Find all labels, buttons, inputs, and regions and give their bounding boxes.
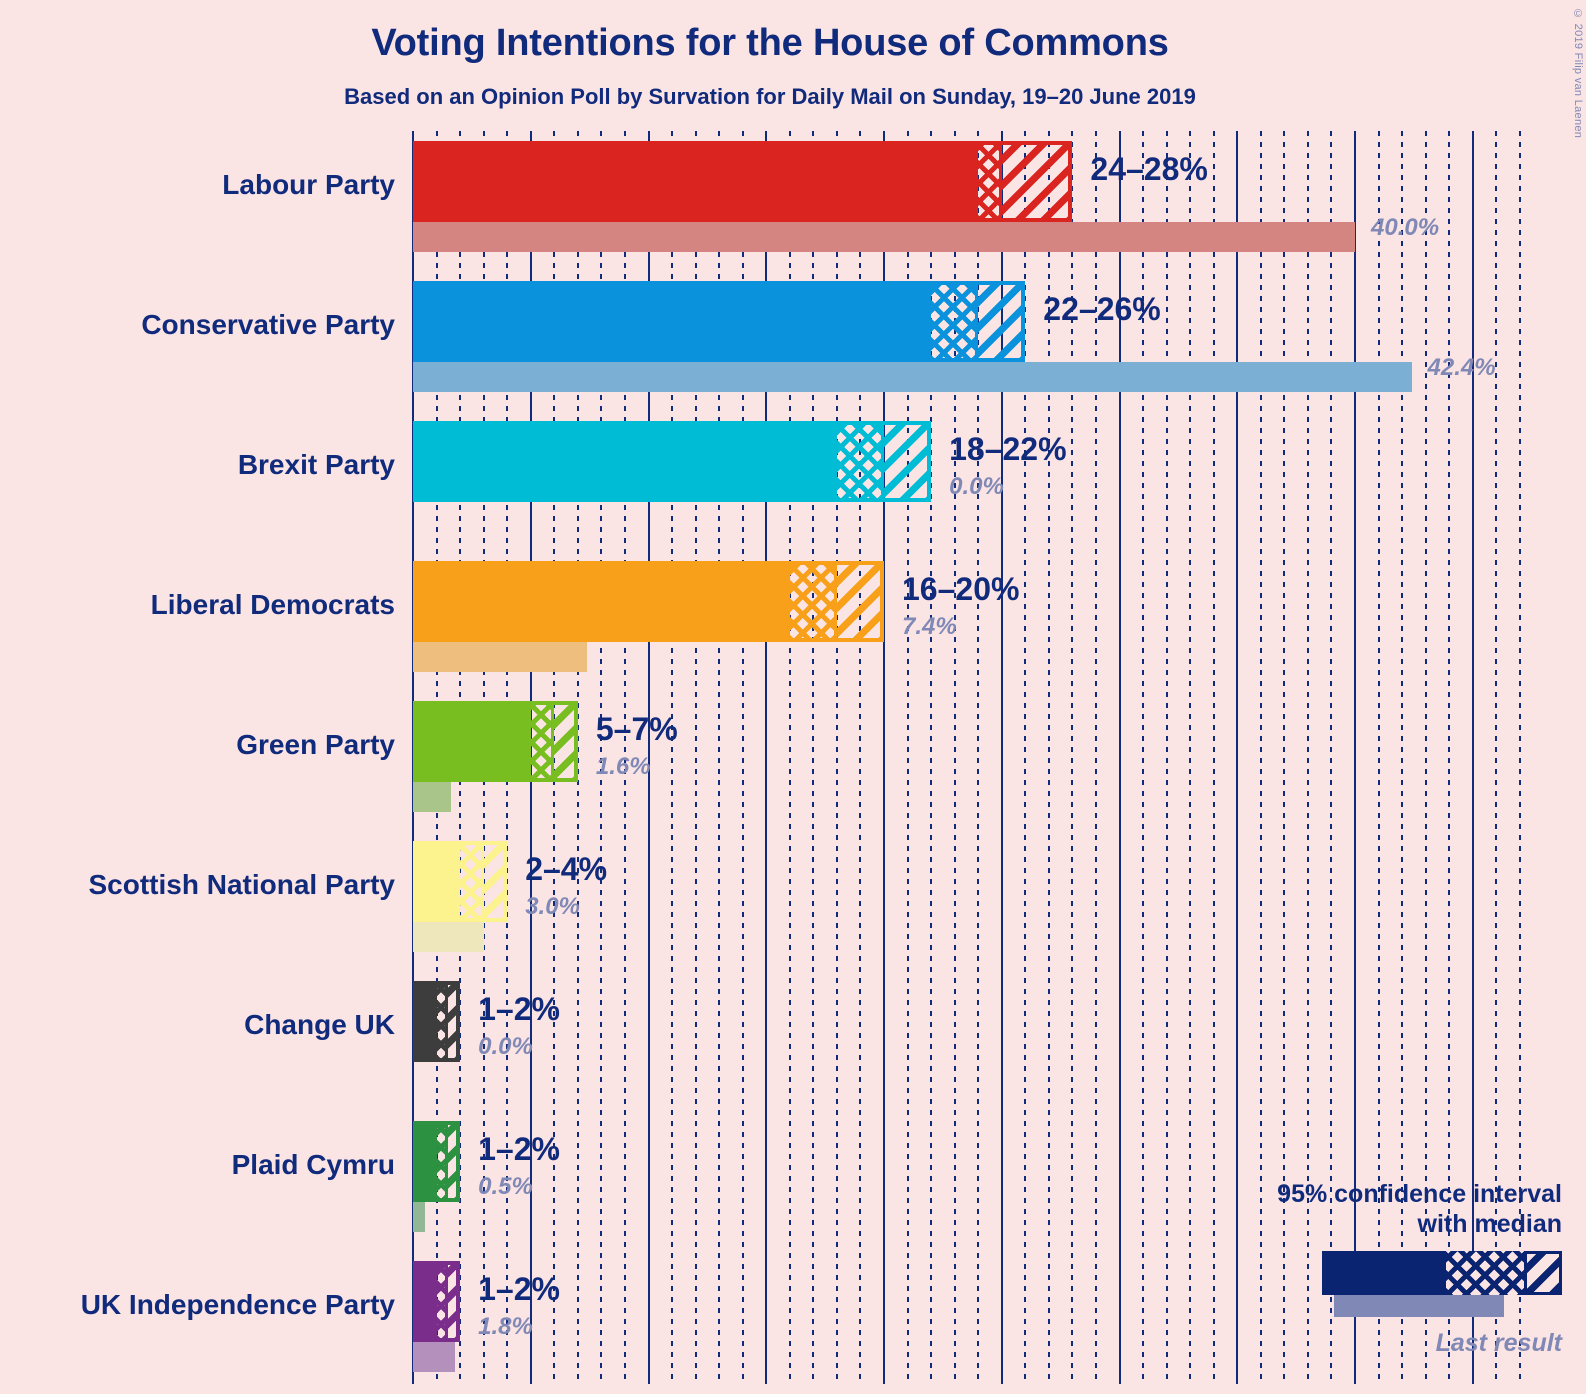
chart-canvas: Voting Intentions for the House of Commo…	[0, 0, 1586, 1394]
ci-outline	[413, 421, 932, 502]
last-result-bar	[413, 1342, 456, 1372]
confidence-interval-bar	[413, 561, 884, 642]
confidence-interval-bar	[413, 981, 461, 1062]
bar-row: Change UK 1–2% 0.0%	[244, 971, 1533, 1111]
ci-range-label: 1–2%	[478, 1271, 560, 1307]
party-label: Conservative Party	[141, 309, 395, 340]
ci-range-label: 18–22%	[949, 431, 1067, 467]
bar-row: Conservative Party 22–26% 42.4%	[141, 271, 1533, 411]
confidence-interval-bar	[413, 841, 508, 922]
page-title: Voting Intentions for the House of Commo…	[371, 22, 1169, 64]
legend-median-crosshatch-swatch	[1446, 1251, 1524, 1295]
bar-row: Green Party 5–7% 1.6%	[236, 691, 1533, 831]
last-result-bar	[413, 222, 1355, 252]
ci-outline	[413, 141, 1073, 222]
confidence-interval-bar	[413, 421, 932, 502]
last-result-label: 0.5%	[478, 1173, 533, 1200]
last-result-label: 1.8%	[478, 1313, 533, 1340]
last-result-bar	[413, 1202, 425, 1232]
last-result-bar	[413, 642, 588, 672]
ci-range-label: 16–20%	[902, 571, 1020, 607]
confidence-interval-bar	[413, 141, 1073, 222]
party-label: Green Party	[236, 729, 395, 760]
party-label: Liberal Democrats	[150, 589, 395, 620]
bar-row: Labour Party 24–28% 40.0%	[222, 131, 1533, 271]
ci-range-label: 2–4%	[525, 851, 608, 887]
last-result-label: 0.0%	[478, 1033, 533, 1060]
ci-range-label: 1–2%	[478, 991, 560, 1027]
ci-outline	[413, 1261, 461, 1342]
party-label: UK Independence Party	[80, 1289, 395, 1320]
last-result-label: 40.0%	[1371, 214, 1440, 241]
legend-caption-line2: with median	[1417, 1209, 1562, 1238]
ci-outline	[413, 981, 461, 1062]
confidence-interval-bar	[413, 1261, 461, 1342]
ci-outline	[413, 841, 508, 922]
legend-caption-line1: 95% confidence interval	[1277, 1180, 1562, 1208]
confidence-interval-bar	[413, 1121, 461, 1202]
party-label: Change UK	[244, 1009, 395, 1040]
legend-upper-diagonal-swatch	[1524, 1251, 1562, 1295]
party-label: Labour Party	[222, 169, 395, 200]
last-result-label: 0.0%	[949, 473, 1004, 500]
ci-outline	[413, 281, 1026, 362]
ci-range-label: 22–26%	[1043, 291, 1161, 327]
page-subtitle: Based on an Opinion Poll by Survation fo…	[344, 84, 1196, 109]
ci-outline	[413, 701, 578, 782]
last-result-label: 7.4%	[902, 613, 957, 640]
ci-range-label: 24–28%	[1090, 151, 1208, 187]
ci-range-label: 5–7%	[595, 711, 678, 747]
bar-row: Liberal Democrats 16–20% 7.4%	[151, 551, 1533, 691]
legend-last-result-label: Last result	[1435, 1329, 1562, 1357]
bar-row: Brexit Party 18–22% 0.0%	[238, 411, 1533, 551]
last-result-bar	[413, 362, 1412, 392]
party-label: Brexit Party	[237, 449, 395, 480]
legend-swatches	[1022, 1251, 1562, 1327]
legend-caption: 95% confidence interval with median	[1022, 1180, 1562, 1239]
party-label: Scottish National Party	[88, 869, 395, 900]
bar-row: Scottish National Party 2–4% 3.0%	[88, 831, 1533, 971]
ci-outline	[413, 1121, 461, 1202]
last-result-label: 1.6%	[595, 753, 651, 780]
confidence-interval-bar	[413, 281, 1026, 362]
copyright-notice: © 2019 Filip van Laenen	[1572, 8, 1584, 139]
last-result-label: 3.0%	[525, 893, 580, 920]
ci-range-label: 1–2%	[478, 1131, 560, 1167]
party-label: Plaid Cymru	[231, 1149, 395, 1180]
last-result-label: 42.4%	[1427, 354, 1496, 381]
confidence-interval-bar	[413, 701, 578, 782]
last-result-bar	[413, 922, 484, 952]
last-result-bar	[413, 782, 451, 812]
ci-outline	[413, 561, 884, 642]
legend-last-result-swatch	[1334, 1295, 1504, 1317]
legend: 95% confidence interval with median Last…	[1022, 1180, 1562, 1358]
